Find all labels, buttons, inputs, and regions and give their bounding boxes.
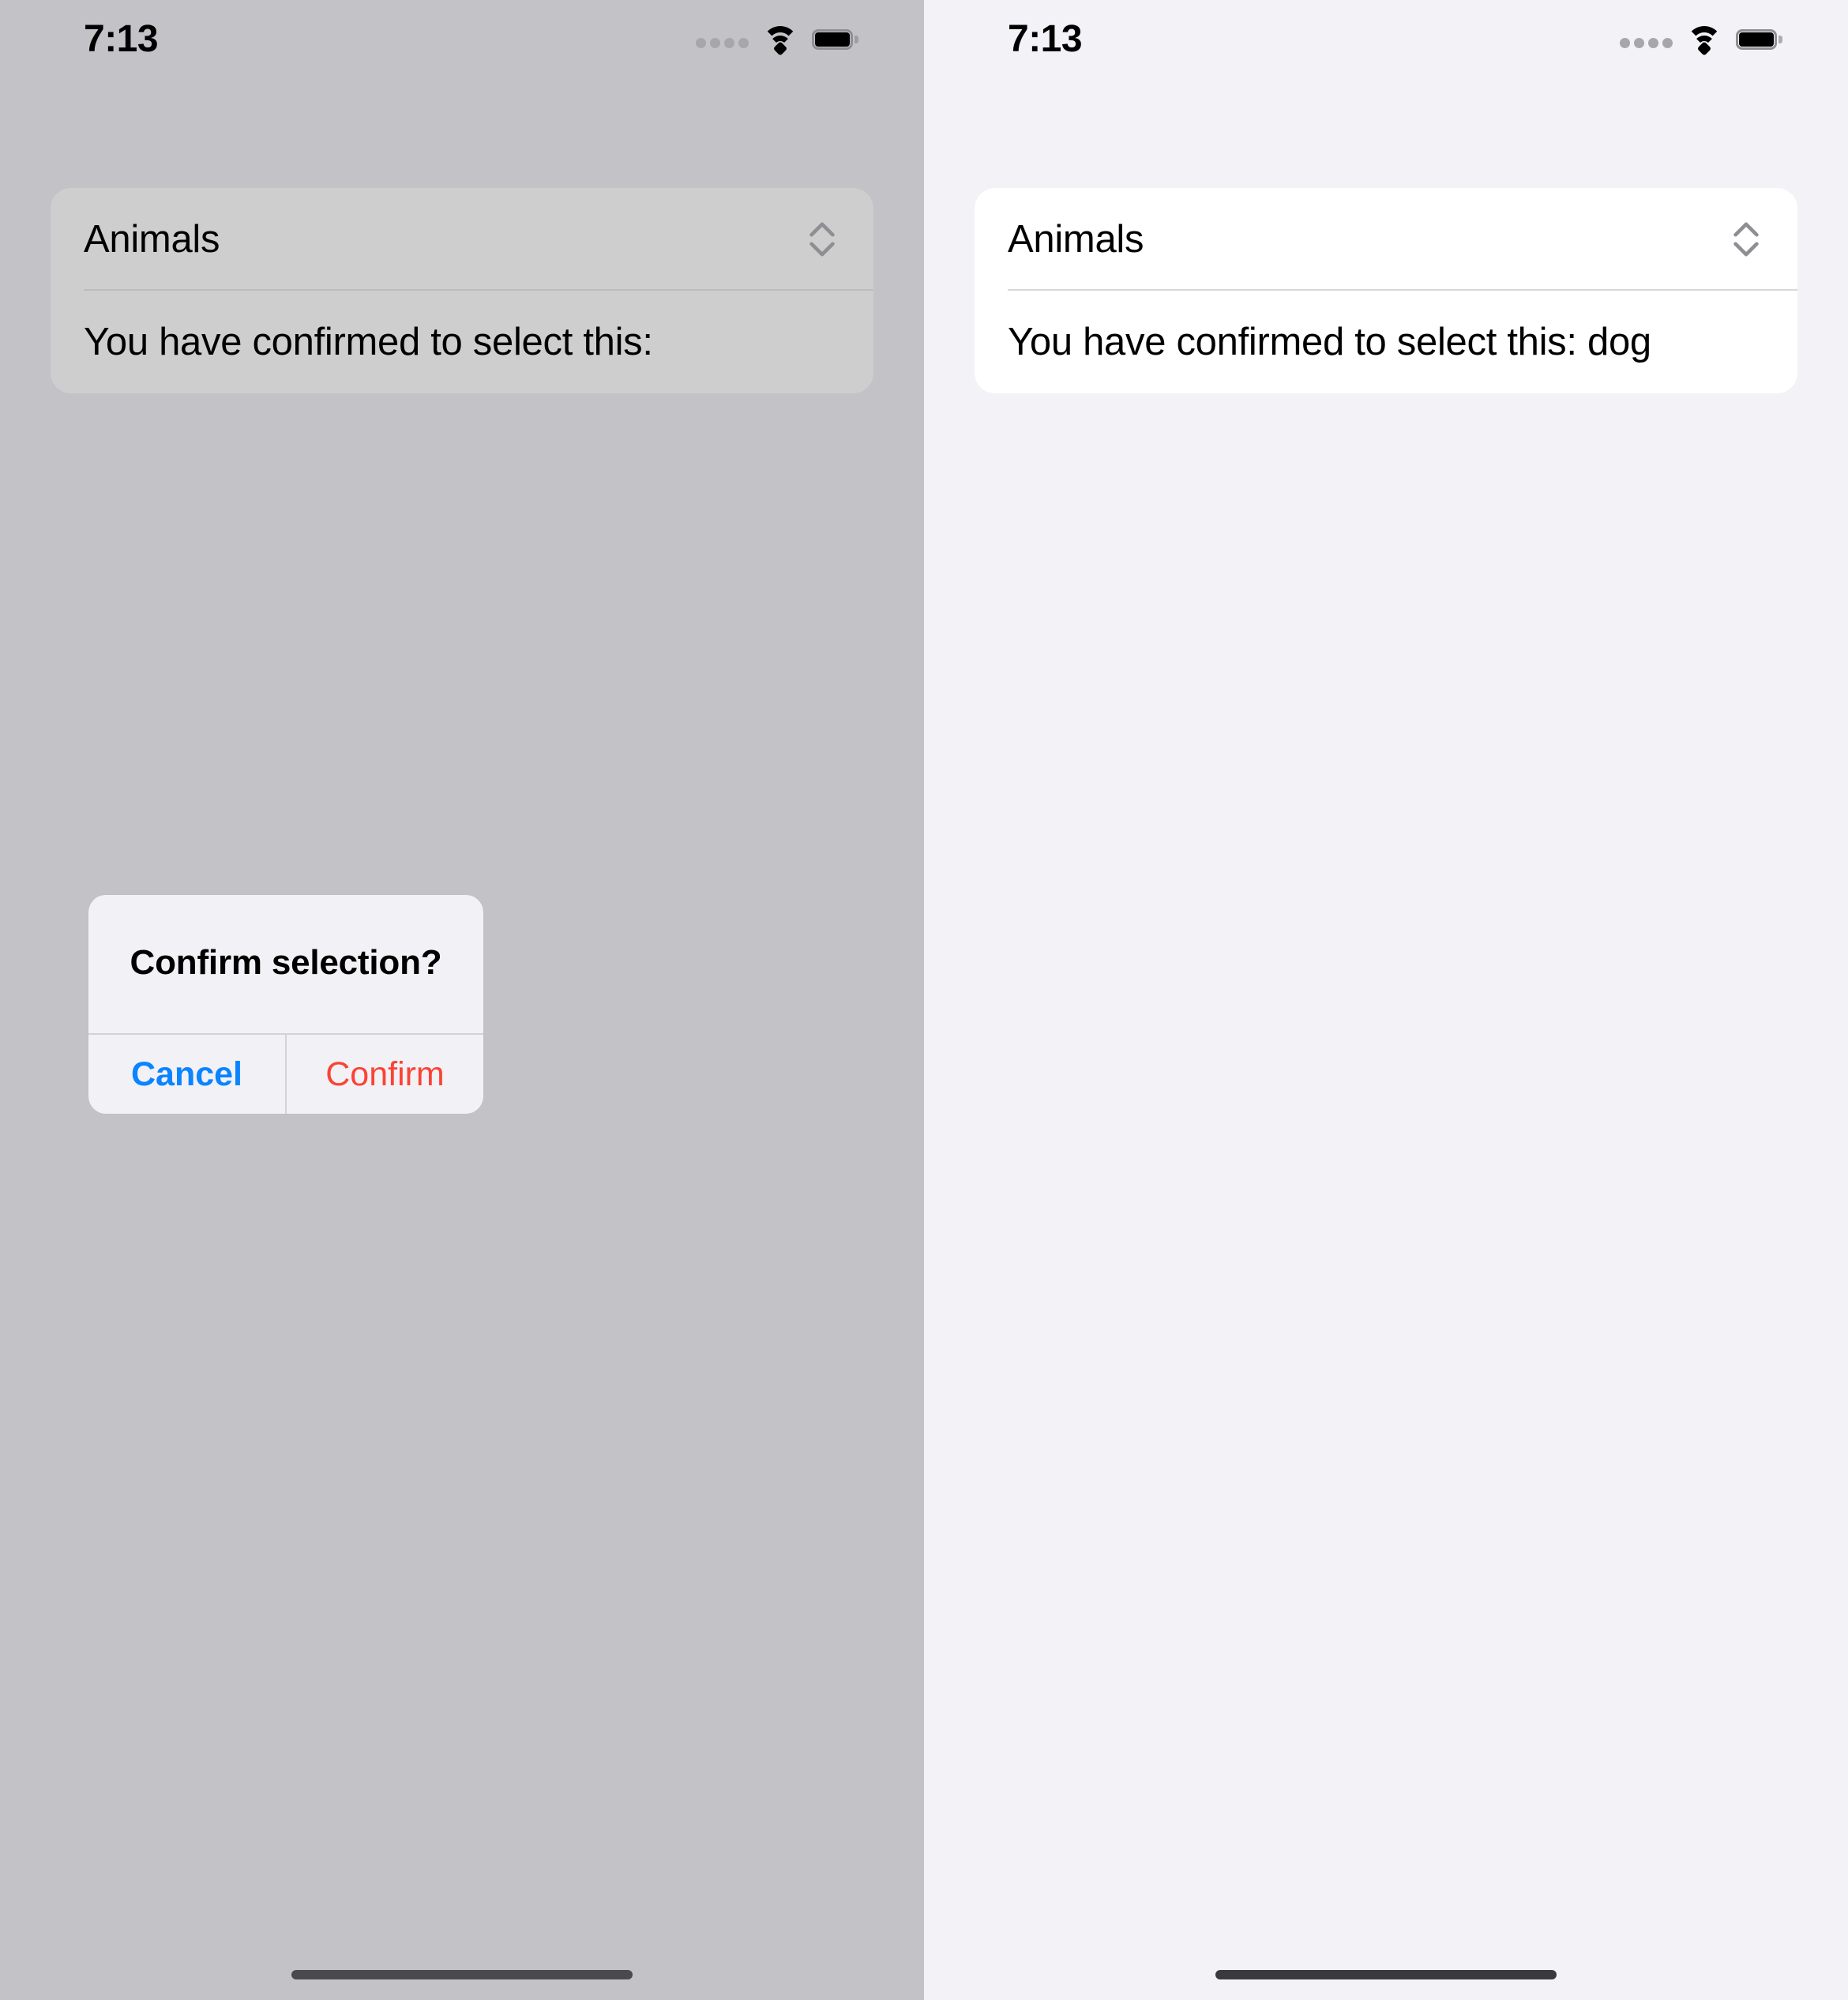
picker-row-animals[interactable]: Animals — [975, 188, 1797, 291]
phone-screen-right: 7:13 Animals You have confirmed to selec… — [924, 0, 1848, 2000]
status-bar: 7:13 — [924, 0, 1848, 79]
alert-header: Confirm selection? — [88, 895, 483, 1033]
picker-label: Animals — [1008, 217, 1144, 261]
selection-card: Animals You have confirmed to select thi… — [975, 188, 1797, 393]
confirm-selection-alert: Confirm selection? Cancel Confirm — [88, 895, 483, 1114]
status-bar-time: 7:13 — [1008, 18, 1083, 60]
chevron-up-down-icon[interactable] — [1728, 218, 1764, 261]
cellular-signal-dots-icon — [1620, 31, 1673, 48]
cancel-button[interactable]: Cancel — [88, 1035, 285, 1114]
battery-full-icon — [1736, 29, 1782, 50]
phone-screen-left: 7:13 Animals You have confirmed to selec… — [0, 0, 924, 2000]
alert-title: Confirm selection? — [130, 942, 442, 982]
wifi-icon — [1686, 26, 1722, 56]
dual-screenshot-container: 7:13 Animals You have confirmed to selec… — [0, 0, 1848, 2000]
result-text: You have confirmed to select this: dog — [1008, 320, 1651, 363]
status-bar-indicators — [1620, 26, 1782, 56]
home-indicator[interactable] — [291, 1970, 633, 1979]
home-indicator[interactable] — [1215, 1970, 1557, 1979]
alert-actions: Cancel Confirm — [88, 1033, 483, 1114]
confirm-button[interactable]: Confirm — [285, 1035, 483, 1114]
result-row: You have confirmed to select this: dog — [975, 291, 1797, 393]
